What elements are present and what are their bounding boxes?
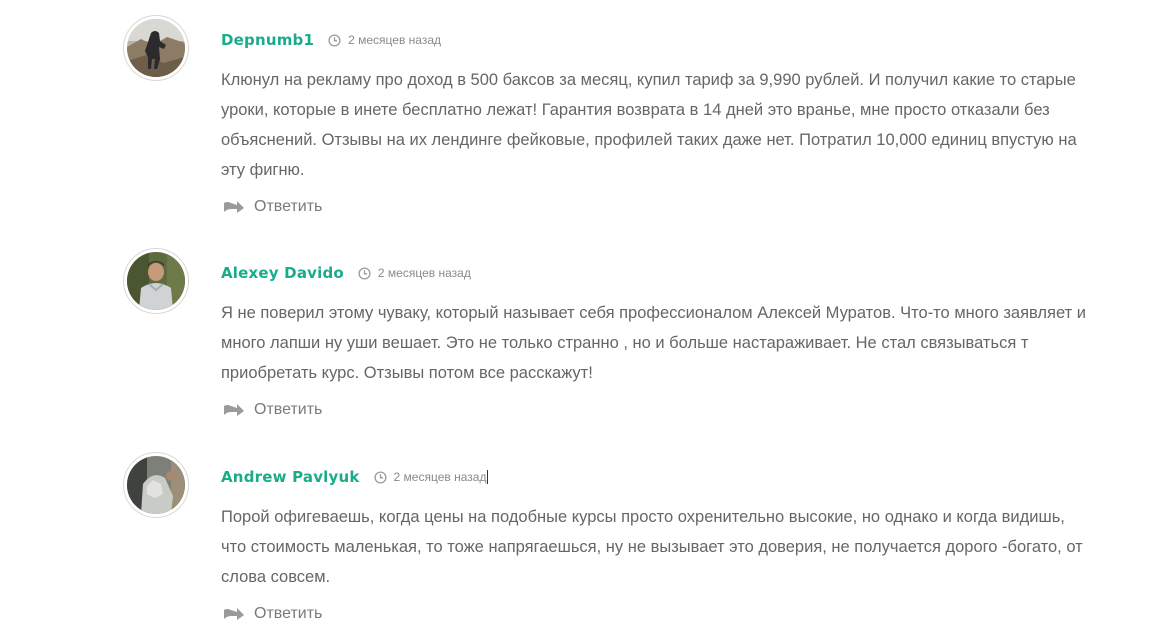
reply-label: Ответить xyxy=(254,605,323,622)
comment-meta: Alexey Davido 2 месяцев назад xyxy=(221,262,471,284)
comment-date[interactable]: 2 месяцев назад xyxy=(378,266,471,280)
clock-icon xyxy=(373,470,387,484)
comment-text: Я не поверил этому чуваку, который назыв… xyxy=(221,304,1086,382)
comment-date[interactable]: 2 месяцев назад xyxy=(348,33,441,47)
comment-meta: Depnumb1 2 месяцев назад xyxy=(221,29,441,51)
comment-text: Клюнул на рекламу про доход в 500 баксов… xyxy=(221,71,1077,179)
author-name[interactable]: Depnumb1 xyxy=(221,31,314,49)
text-cursor xyxy=(487,470,489,484)
clock-icon xyxy=(328,33,341,47)
avatar[interactable] xyxy=(123,452,189,518)
author-name[interactable]: Andrew Pavlyuk xyxy=(221,468,360,486)
reply-arrow-icon xyxy=(223,402,245,418)
avatar[interactable] xyxy=(123,248,189,314)
clock-icon xyxy=(358,266,371,280)
author-name[interactable]: Alexey Davido xyxy=(221,264,344,282)
comment-text: Порой офигеваешь, когда цены на подобные… xyxy=(221,508,1083,586)
reply-button[interactable]: Ответить xyxy=(223,399,322,421)
comment-meta: Andrew Pavlyuk 2 месяцев назад xyxy=(221,466,489,488)
reply-button[interactable]: Ответить xyxy=(223,196,322,218)
reply-arrow-icon xyxy=(223,606,245,622)
reply-button[interactable]: Ответить xyxy=(223,603,322,625)
comment-date[interactable]: 2 месяцев назад xyxy=(394,470,487,484)
reply-label: Ответить xyxy=(254,198,323,215)
reply-arrow-icon xyxy=(223,199,245,215)
avatar[interactable] xyxy=(123,15,189,81)
reply-label: Ответить xyxy=(254,401,323,418)
